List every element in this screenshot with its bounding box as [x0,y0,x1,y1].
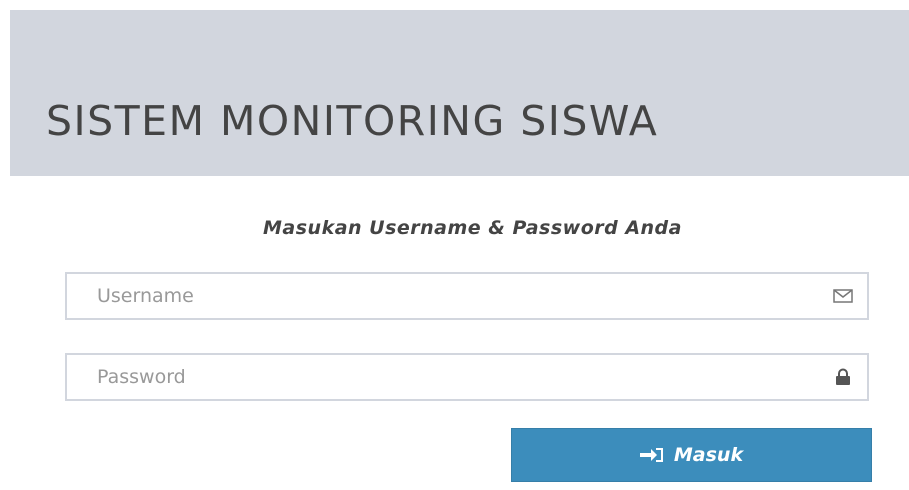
lock-icon [833,367,853,387]
app-title: SISTEM MONITORING SISWA [46,97,659,145]
submit-button-label: Masuk [673,444,744,466]
username-field-group [65,272,869,320]
password-input[interactable] [67,355,867,399]
submit-button[interactable]: Masuk [511,428,872,482]
password-field-group [65,353,869,401]
username-input[interactable] [67,274,867,318]
sign-in-icon [639,447,664,463]
login-message: Masukan Username & Password Anda [263,217,682,239]
login-box: Masukan Username & Password Anda Usernam… [10,176,909,490]
header-band: SISTEM MONITORING SISWA [10,10,909,176]
envelope-icon [833,286,853,306]
